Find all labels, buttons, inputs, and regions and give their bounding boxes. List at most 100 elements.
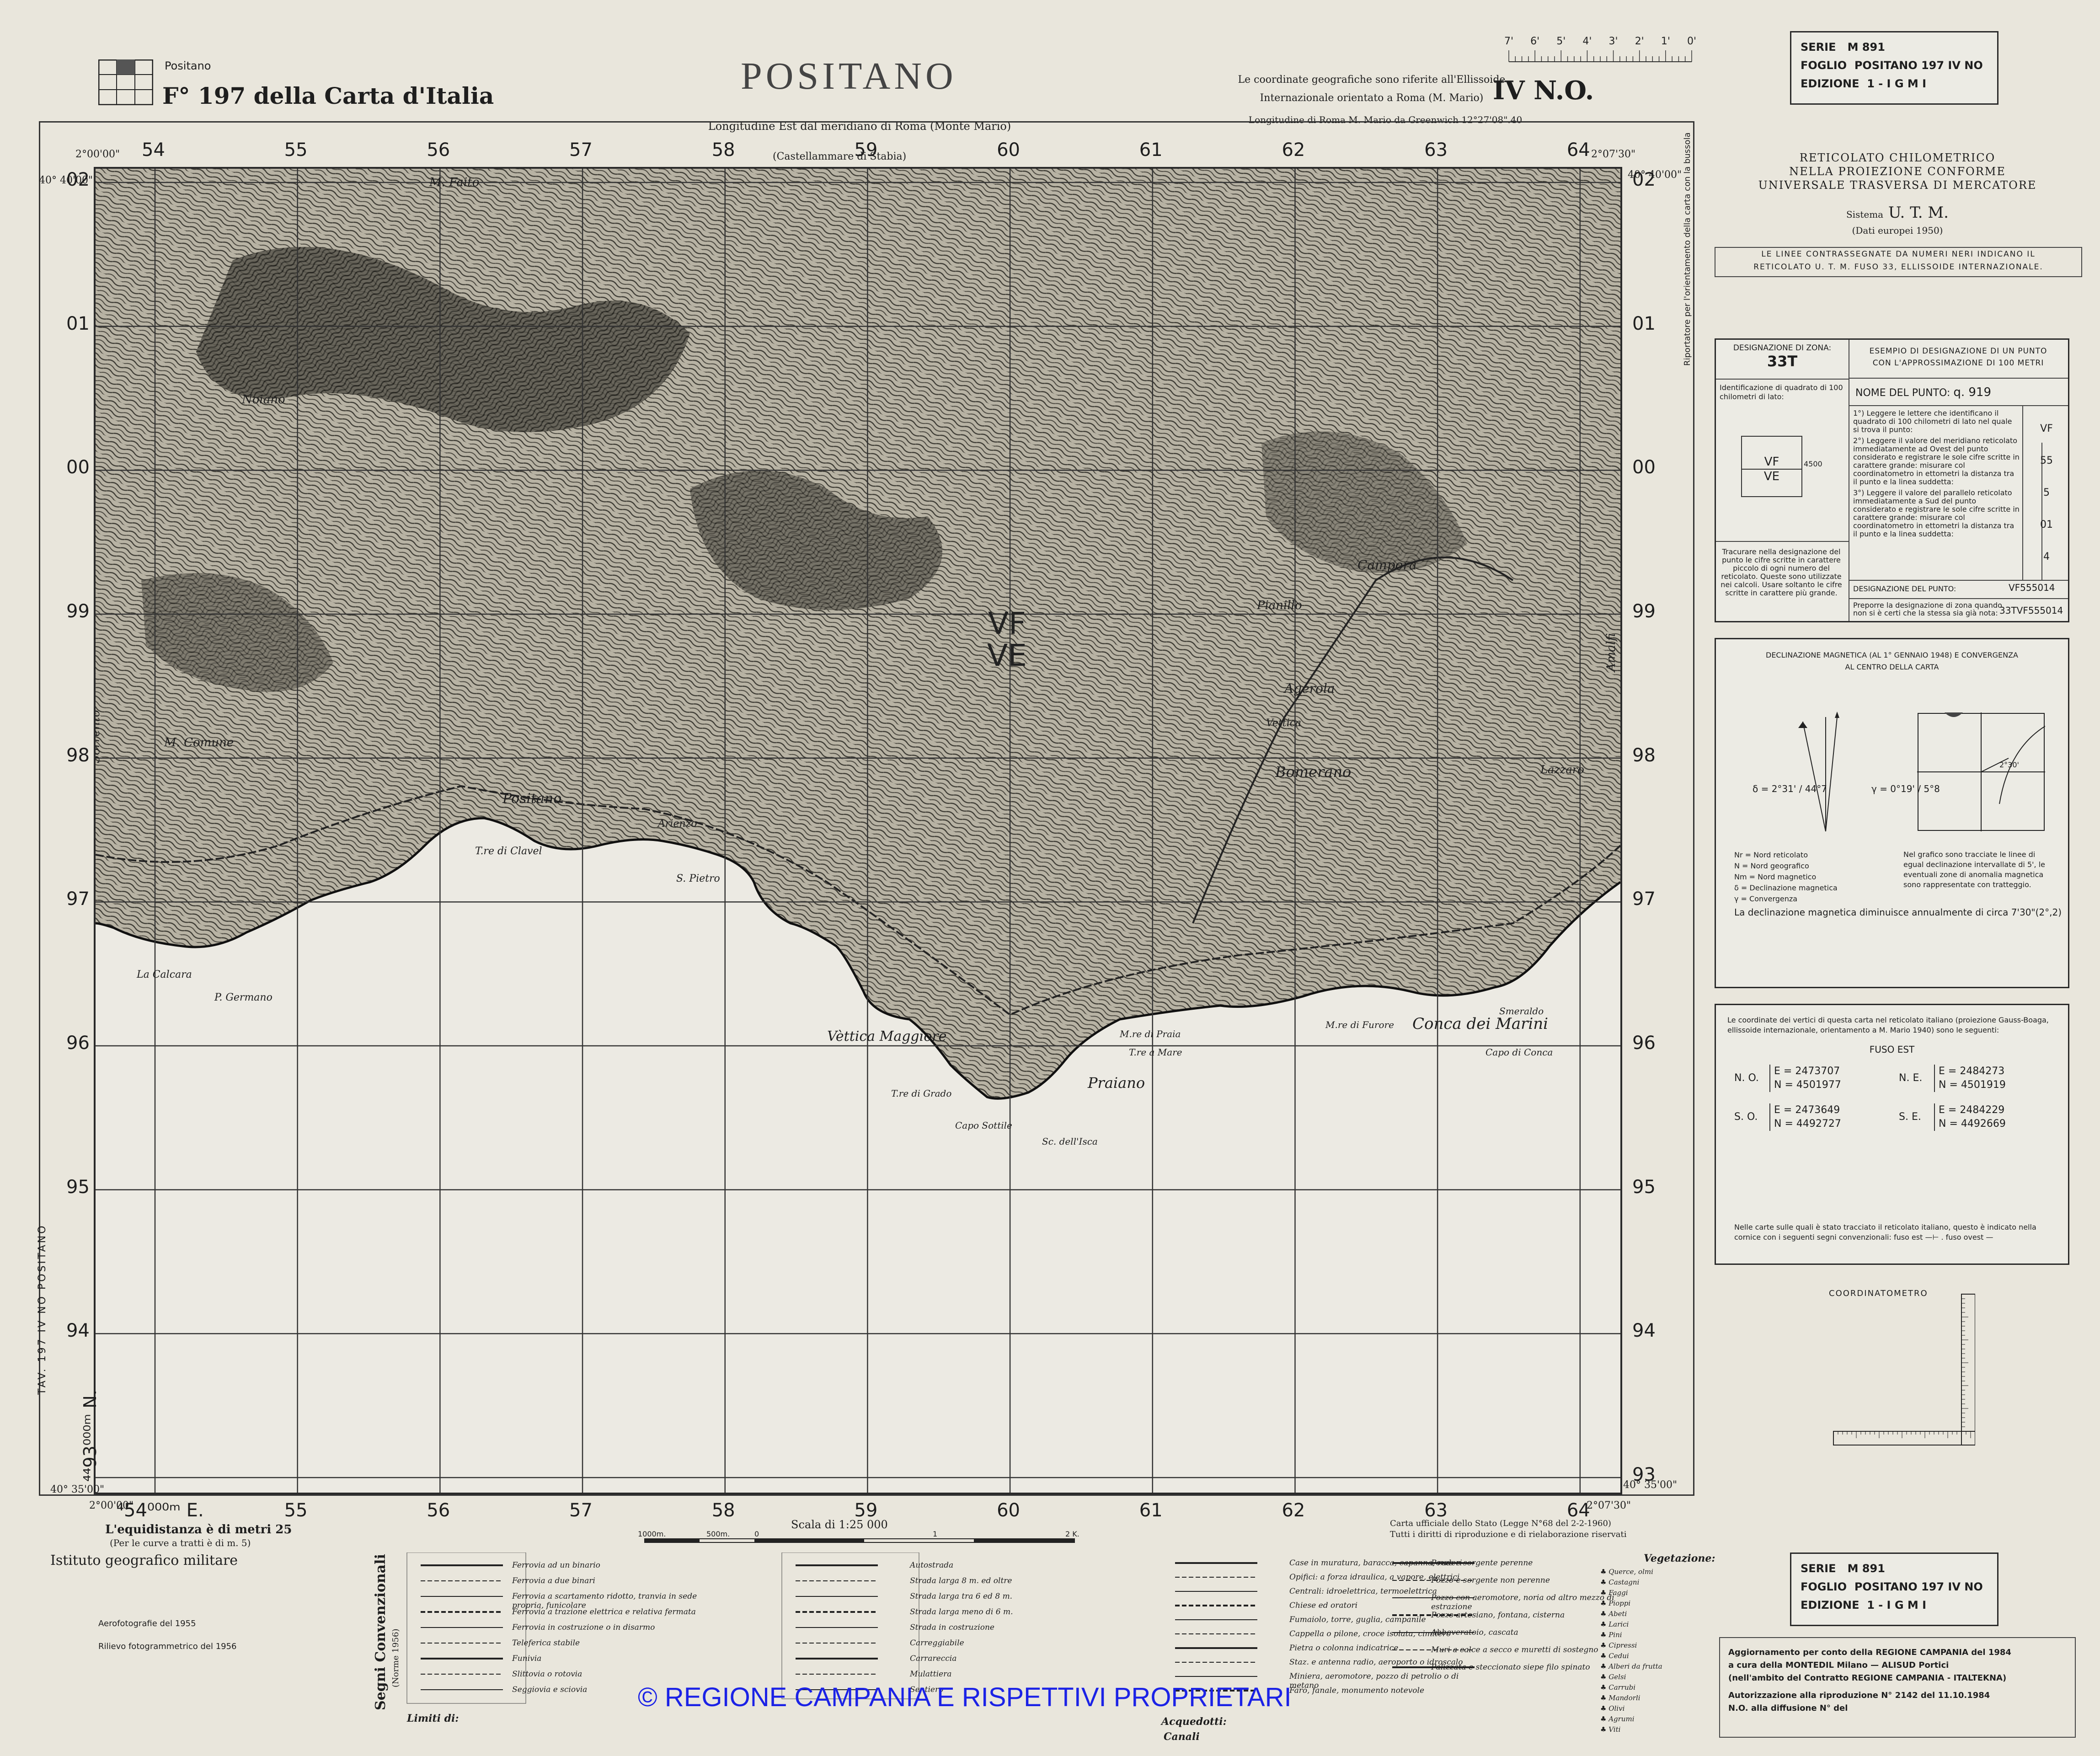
serie-value: M 891 (1847, 41, 1885, 54)
quadrant-label: IV N.O. (1493, 75, 1594, 106)
grid-tick-label: 96 (1632, 1033, 1656, 1054)
place-label: M. Faito (429, 176, 480, 189)
reticolato-line-3: UNIVERSALE TRASVERSA DI MERCATORE (1758, 179, 2037, 192)
minute-label: 2' (1635, 36, 1644, 47)
grid-tick-label: 64 (1566, 139, 1590, 161)
linee-note-box: LE LINEE CONTRASSEGNATE DA NUMERI NERI I… (1715, 247, 2082, 277)
serie-box-top: SERIE M 891 FOGLIO POSITANO 197 IV NO ED… (1790, 31, 1998, 105)
zone-vf: VF (988, 606, 1026, 641)
vegetation-item: ♣ Gelsi (1600, 1673, 1626, 1681)
legend-item: Pozzo artesiano, fontana, cisterna (1431, 1611, 1565, 1620)
legend-item: Strada larga 8 m. ed oltre (910, 1576, 1012, 1585)
no-label: N. O. (1734, 1072, 1759, 1084)
update-line-5: N.O. alla diffusione N° del (1728, 1703, 1848, 1713)
place-label: Bomerano (1275, 763, 1352, 781)
grid-tick-label: 56 (427, 139, 450, 161)
edizione-value-bottom: 1 - I G M I (1867, 1599, 1927, 1611)
legend-item: Funivia (512, 1654, 542, 1663)
legend-item: Autostrada (910, 1561, 954, 1570)
grid-tick-label: 55 (284, 1500, 308, 1521)
official-note: Carta ufficiale dello Stato (Legge N°68 … (1390, 1518, 1626, 1540)
grid-tick-label: 58 (711, 1500, 735, 1521)
update-line-4: Autorizzazione alla riproduzione N° 2142… (1728, 1691, 1990, 1700)
minute-label: 3' (1609, 36, 1618, 47)
legend-nm: Nm = Nord magnetico (1734, 873, 1817, 881)
grid-tick-label: 00 (1632, 457, 1656, 478)
place-label: M. Comune (164, 736, 234, 750)
edizione-label: EDIZIONE (1801, 77, 1860, 90)
grid-tick-label: 01 (1632, 313, 1656, 334)
official-line-2: Tutti i diritti di riproduzione e di rie… (1390, 1530, 1627, 1539)
igm-label: Istituto geografico militare (50, 1553, 238, 1569)
preporre-note: Preporre la designazione di zona quando … (1853, 601, 2002, 617)
grid-tick-label: 98 (66, 744, 90, 766)
minute-label: 5' (1556, 36, 1566, 47)
so-e: E = 2473649 (1774, 1104, 1840, 1116)
legend-title: Segni Convenzionali (373, 1554, 389, 1710)
grid-tick-label: 00 (66, 457, 90, 478)
dati-europei: (Dati europei 1950) (1852, 225, 1943, 236)
step-1: 1°) Leggere le lettere che identificano … (1853, 409, 2012, 434)
grid-tick-label: 62 (1282, 139, 1305, 161)
nome-punto-label: NOME DEL PUNTO: (1855, 387, 1950, 399)
grid-tick-label: 58 (711, 139, 735, 161)
sistema-label: Sistema (1846, 209, 1884, 220)
place-label: Campora (1357, 557, 1417, 573)
place-label: Amalfi (1604, 633, 1618, 672)
north-arrows-diagram (1798, 712, 1839, 832)
nome-punto-value: q. 919 (1953, 385, 1992, 399)
scale-bar (644, 1538, 1075, 1543)
point-designation-box: DESIGNAZIONE DI ZONA: 33T ESEMPIO DI DES… (1715, 338, 2069, 622)
minute-label: 1' (1661, 36, 1670, 47)
place-label: Smeraldo (1499, 1006, 1544, 1017)
grid-tick-label: 96 (66, 1033, 90, 1054)
step-3: 3°) Leggere il valore del parallelo reti… (1853, 488, 2020, 538)
serie-value-bottom: M 891 (1847, 1562, 1885, 1575)
isogonic-grid-diagram (1917, 712, 2045, 831)
zone-header: DESIGNAZIONE DI ZONA: (1733, 343, 1832, 353)
so-label: S. O. (1734, 1111, 1758, 1123)
legend-item: Abbeveratoio, cascata (1431, 1628, 1518, 1637)
coordinatometro-ruler (1833, 1294, 1975, 1445)
edizione-label-bottom: EDIZIONE (1801, 1599, 1860, 1611)
equidistanza-note: L'equidistanza è di metri 25 (105, 1523, 292, 1536)
legend-item: Palizzata e steccionato siepe filo spina… (1431, 1663, 1590, 1672)
example-header-2: CON L'APPROSSIMAZIONE DI 100 METRI (1872, 359, 2044, 368)
grid-tick-label: 97 (66, 889, 90, 910)
place-label: La Calcara (137, 969, 192, 980)
scale-label-2k: 2 K. (1065, 1530, 1079, 1538)
foglio-value-bottom: POSITANO 197 IV NO (1854, 1580, 1983, 1593)
coordinates-footer: Nelle carte sulle quali è stato tracciat… (1734, 1223, 2036, 1242)
legend-gamma: γ = Convergenza (1734, 894, 1798, 903)
grid-tick-label: 55 (284, 139, 308, 161)
place-label: Conca dei Marini (1412, 1015, 1549, 1033)
declination-note: Nel grafico sono tracciate le linee di e… (1903, 850, 2045, 889)
grid-tick-label: 62 (1282, 1500, 1305, 1521)
grid-tick-label: 94 (1632, 1320, 1656, 1342)
scale-label-500: 500m. (706, 1530, 730, 1538)
sistema-line: Sistema U. T. M. (1715, 203, 2080, 222)
ne-label: N. E. (1899, 1072, 1923, 1084)
value-55: 55 (2040, 455, 2053, 466)
legend-item: Ferrovia in costruzione o in disarmo (512, 1623, 655, 1632)
no-e: E = 2473707 (1774, 1065, 1840, 1077)
index-place-name: Positano (165, 59, 211, 72)
place-label: Vèttica Maggiore (827, 1028, 947, 1044)
scale-label-1: 1 (933, 1530, 938, 1538)
place-label: T.re di Clavel (475, 846, 542, 857)
place-label: Sorrento (94, 710, 102, 763)
grid-tick-label: 63 (1424, 139, 1448, 161)
mini-zone-grid: VF VE (1741, 436, 1802, 497)
ne-e: E = 2484273 (1939, 1065, 2005, 1077)
grid-tick-label: 95 (66, 1176, 90, 1198)
vegetation-item: ♣ Querce, olmi (1600, 1568, 1653, 1576)
place-label: S. Pietro (676, 873, 720, 884)
vegetation-item: ♣ Agrumi (1600, 1715, 1635, 1723)
corner-coordinates-box: Le coordinate dei vertici di questa cart… (1715, 1004, 2069, 1265)
grid-tick-label: 99 (1632, 601, 1656, 622)
legend-item: Ferrovia ad un binario (512, 1561, 600, 1570)
value-01: 01 (2040, 519, 2053, 530)
se-n: N = 4492669 (1939, 1118, 2006, 1130)
topographic-map[interactable]: VF VE M. Faito M. Comune Positano T.re di C… (94, 167, 1622, 1494)
declination-box: DECLINAZIONE MAGNETICA (AL 1° GENNAIO 19… (1715, 638, 2069, 988)
